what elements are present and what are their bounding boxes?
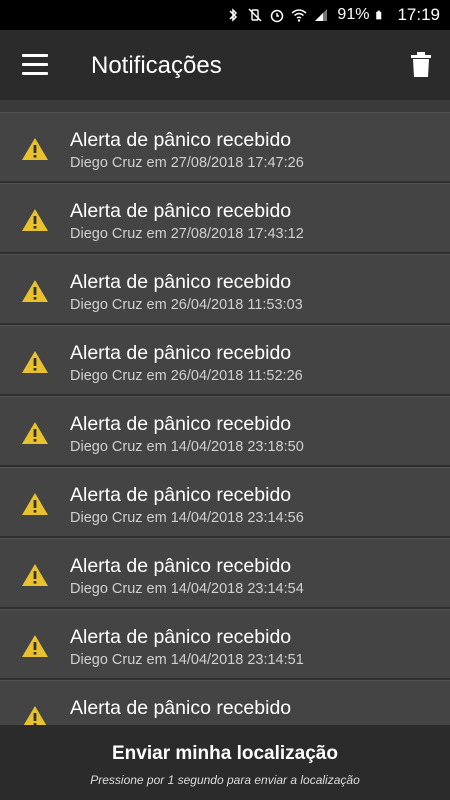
notification-detail: Diego Cruz em 14/04/2018 23:14:54 <box>70 581 304 597</box>
hamburger-menu-icon[interactable] <box>22 54 48 76</box>
page-title: Notificações <box>91 52 222 79</box>
warning-icon <box>22 635 48 657</box>
list-top-divider <box>0 100 450 112</box>
vibrate-mute-icon <box>248 8 262 22</box>
warning-icon <box>23 706 47 725</box>
status-bar: 91% 17:19 <box>0 0 450 30</box>
list-item[interactable]: Alerta de pânico recebido Diego Cruz em … <box>0 609 450 678</box>
list-item[interactable]: Alerta de pânico recebido Diego Cruz em … <box>0 467 450 536</box>
notification-detail: Diego Cruz em 26/04/2018 11:53:03 <box>70 297 303 313</box>
notification-detail: Diego Cruz em 27/08/2018 17:43:12 <box>70 226 304 242</box>
clock: 17:19 <box>397 5 440 24</box>
send-location-button[interactable]: Enviar minha localização Pressione por 1… <box>0 725 450 800</box>
notification-detail: Diego Cruz em 14/04/2018 23:14:51 <box>70 652 304 668</box>
battery-percentage: 91% <box>337 6 370 23</box>
bluetooth-icon <box>229 8 238 22</box>
signal-icon <box>315 9 328 21</box>
notification-title: Alerta de pânico recebido <box>70 555 292 577</box>
list-item[interactable]: Alerta de pânico recebido Diego Cruz em … <box>0 183 450 252</box>
notification-detail: Diego Cruz em 26/04/2018 11:52:26 <box>70 368 303 384</box>
list-item[interactable]: Alerta de pânico recebido Diego Cruz em … <box>0 254 450 323</box>
alarm-icon <box>271 9 284 23</box>
notification-title: Alerta de pânico recebido <box>70 129 292 151</box>
list-item[interactable]: Alerta de pânico recebido Diego Cruz em … <box>0 112 450 181</box>
warning-icon <box>22 351 48 373</box>
notification-title: Alerta de pânico recebido <box>70 626 292 648</box>
notification-detail: Diego Cruz em 14/04/2018 23:18:50 <box>70 439 304 455</box>
notification-title: Alerta de pânico recebido <box>70 200 292 222</box>
notification-detail: Diego Cruz em 27/08/2018 17:47:26 <box>70 155 304 171</box>
warning-icon <box>22 138 48 160</box>
warning-icon <box>22 209 48 231</box>
warning-icon <box>22 280 48 302</box>
warning-icon <box>22 493 48 515</box>
notification-list[interactable]: Alerta de pânico recebido Diego Cruz em … <box>0 112 450 725</box>
wifi-icon <box>291 9 307 22</box>
notification-title: Alerta de pânico recebido <box>70 484 292 506</box>
send-location-label: Enviar minha localização <box>112 743 338 764</box>
trash-icon[interactable] <box>410 52 432 78</box>
notification-detail: Diego Cruz em 14/04/2018 23:14:56 <box>70 510 304 526</box>
list-item[interactable]: Alerta de pânico recebido Diego Cruz em … <box>0 538 450 607</box>
notification-title: Alerta de pânico recebido <box>70 342 292 364</box>
notification-title: Alerta de pânico recebido <box>70 413 292 435</box>
list-item[interactable]: Alerta de pânico recebido Diego Cruz em … <box>0 325 450 394</box>
battery-icon <box>376 10 382 20</box>
warning-icon <box>22 564 48 586</box>
notification-title: Alerta de pânico recebido <box>70 697 292 719</box>
list-item[interactable]: Alerta de pânico recebido <box>0 680 450 725</box>
send-location-hint: Pressione por 1 segundo para enviar a lo… <box>90 773 360 787</box>
warning-icon <box>22 422 48 444</box>
list-item[interactable]: Alerta de pânico recebido Diego Cruz em … <box>0 396 450 465</box>
notification-title: Alerta de pânico recebido <box>70 271 292 293</box>
app-bar: Notificações <box>0 30 450 100</box>
